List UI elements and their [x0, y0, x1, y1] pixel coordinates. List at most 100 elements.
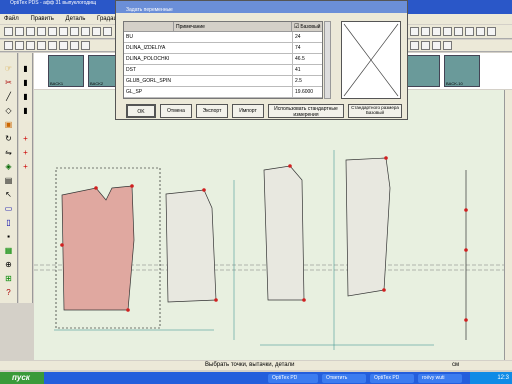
- tool-button[interactable]: [410, 27, 419, 36]
- help-icon[interactable]: ?: [3, 287, 14, 298]
- ok-button[interactable]: OK: [126, 104, 156, 118]
- start-button[interactable]: пуск: [0, 372, 44, 384]
- back-piece[interactable]: [165, 189, 217, 303]
- add-icon[interactable]: +: [20, 147, 31, 158]
- tool-button[interactable]: [15, 41, 24, 50]
- select-icon[interactable]: ↖: [3, 189, 14, 200]
- sleeve-piece[interactable]: [263, 165, 305, 301]
- tool-button[interactable]: [37, 27, 46, 36]
- checkbox-icon[interactable]: ☑: [294, 24, 299, 30]
- tool-button[interactable]: [26, 41, 35, 50]
- taskbar-item[interactable]: Ответить: [322, 374, 366, 383]
- piece-icon[interactable]: ▮: [20, 91, 31, 102]
- status-bar: Выбрать точки, вытачки, детали см: [0, 361, 512, 370]
- tool-button[interactable]: [81, 41, 90, 50]
- system-tray: 12:3: [470, 372, 512, 384]
- tool-button[interactable]: [410, 41, 419, 50]
- grid-scrollbar[interactable]: [324, 21, 331, 99]
- menu-piece[interactable]: Деталь: [66, 16, 86, 22]
- dialog-titlebar: Задать переменные: [116, 1, 407, 13]
- ruler-icon[interactable]: ▤: [3, 175, 14, 186]
- tool-button[interactable]: [48, 27, 57, 36]
- tool-button[interactable]: [432, 41, 441, 50]
- tool-button[interactable]: [4, 27, 13, 36]
- grade-icon[interactable]: ◈: [3, 161, 14, 172]
- table-row[interactable]: GL_SP 19.6000: [124, 87, 322, 98]
- standard-size-button[interactable]: Стандартного размера Базовый: [348, 104, 402, 118]
- front-piece[interactable]: [61, 185, 135, 311]
- scissors-icon[interactable]: ✂: [3, 77, 14, 88]
- print-icon[interactable]: ▦: [3, 245, 14, 256]
- taskbar-item[interactable]: OptiTex PD: [268, 374, 318, 383]
- tool-button[interactable]: [454, 27, 463, 36]
- tool-button[interactable]: [465, 27, 474, 36]
- use-standard-measurements-button[interactable]: Использовать стандартные измерения: [268, 104, 344, 118]
- vertical-scrollbar[interactable]: [504, 90, 512, 360]
- tool-button[interactable]: [443, 27, 452, 36]
- variable-value[interactable]: 74: [292, 43, 322, 54]
- table-row[interactable]: BU 24: [124, 32, 322, 43]
- tool-button[interactable]: [476, 27, 485, 36]
- tool-button[interactable]: [4, 41, 13, 50]
- left-tool-palette-2: ▮ ▮ ▮ ▮ + + +: [19, 53, 33, 303]
- add-icon[interactable]: +: [20, 161, 31, 172]
- taskbar-item[interactable]: roévy wuti: [418, 374, 462, 383]
- table-row[interactable]: GLUB_GORL_SPIN 2.5: [124, 76, 322, 87]
- zoom-icon[interactable]: ⊕: [3, 259, 14, 270]
- lock-icon[interactable]: ▣: [3, 119, 14, 130]
- menu-edit[interactable]: Править: [30, 16, 53, 22]
- tool-button[interactable]: [70, 41, 79, 50]
- pointer-icon[interactable]: ☞: [3, 63, 14, 74]
- export-button[interactable]: Экспорт: [196, 104, 228, 118]
- document-icon[interactable]: ▭: [3, 203, 14, 214]
- save-icon[interactable]: ▪: [3, 231, 14, 242]
- piece-thumbnail[interactable]: [404, 55, 440, 87]
- tool-button[interactable]: [15, 27, 24, 36]
- status-unit: см: [452, 362, 460, 368]
- tool-button[interactable]: [421, 27, 430, 36]
- grid-icon[interactable]: ⊞: [3, 273, 14, 284]
- variable-value[interactable]: 24: [292, 32, 322, 43]
- tool-button[interactable]: [487, 27, 496, 36]
- pattern-canvas[interactable]: [34, 90, 504, 360]
- piece-icon[interactable]: ▮: [20, 77, 31, 88]
- piece-thumbnail-label: BACK1: [50, 81, 64, 86]
- table-row[interactable]: DST 41: [124, 65, 322, 76]
- rotate-icon[interactable]: ↻: [3, 133, 14, 144]
- piece-icon[interactable]: ▮: [20, 105, 31, 116]
- variable-value[interactable]: 41: [292, 65, 322, 76]
- tool-button[interactable]: [81, 27, 90, 36]
- tool-button[interactable]: [92, 27, 101, 36]
- import-button[interactable]: Импорт: [232, 104, 264, 118]
- empty-preview-icon: [343, 23, 399, 97]
- collar-piece[interactable]: [345, 157, 391, 297]
- tool-button[interactable]: [48, 41, 57, 50]
- tool-button[interactable]: [59, 41, 68, 50]
- table-row[interactable]: DLINA_IZDELIYA 74: [124, 43, 322, 54]
- cancel-button[interactable]: Отмена: [160, 104, 192, 118]
- tool-button[interactable]: [443, 41, 452, 50]
- status-hint: Выбрать точки, вытачки, детали: [205, 362, 295, 368]
- tool-button[interactable]: [37, 41, 46, 50]
- tool-button[interactable]: [421, 41, 430, 50]
- tool-button[interactable]: [103, 27, 112, 36]
- table-row[interactable]: DLINA_POLOCHKI 46.5: [124, 54, 322, 65]
- variable-name: DST: [126, 67, 136, 73]
- variable-value[interactable]: 46.5: [292, 54, 322, 65]
- folder-icon[interactable]: ▯: [3, 217, 14, 228]
- node-icon[interactable]: ◇: [3, 105, 14, 116]
- taskbar-item[interactable]: OptiTex PD: [370, 374, 414, 383]
- line-icon[interactable]: ╱: [3, 91, 14, 102]
- tool-button[interactable]: [59, 27, 68, 36]
- tool-button[interactable]: [26, 27, 35, 36]
- variable-value[interactable]: 2.5: [292, 76, 322, 87]
- piece-thumbnail[interactable]: BACK1: [48, 55, 84, 87]
- menu-file[interactable]: Файл: [4, 16, 19, 22]
- variable-value[interactable]: 19.6000: [292, 87, 322, 98]
- piece-thumbnail[interactable]: BACK-10: [444, 55, 480, 87]
- tool-button[interactable]: [432, 27, 441, 36]
- tool-button[interactable]: [70, 27, 79, 36]
- add-icon[interactable]: +: [20, 133, 31, 144]
- mirror-icon[interactable]: ⇋: [3, 147, 14, 158]
- piece-icon[interactable]: ▮: [20, 63, 31, 74]
